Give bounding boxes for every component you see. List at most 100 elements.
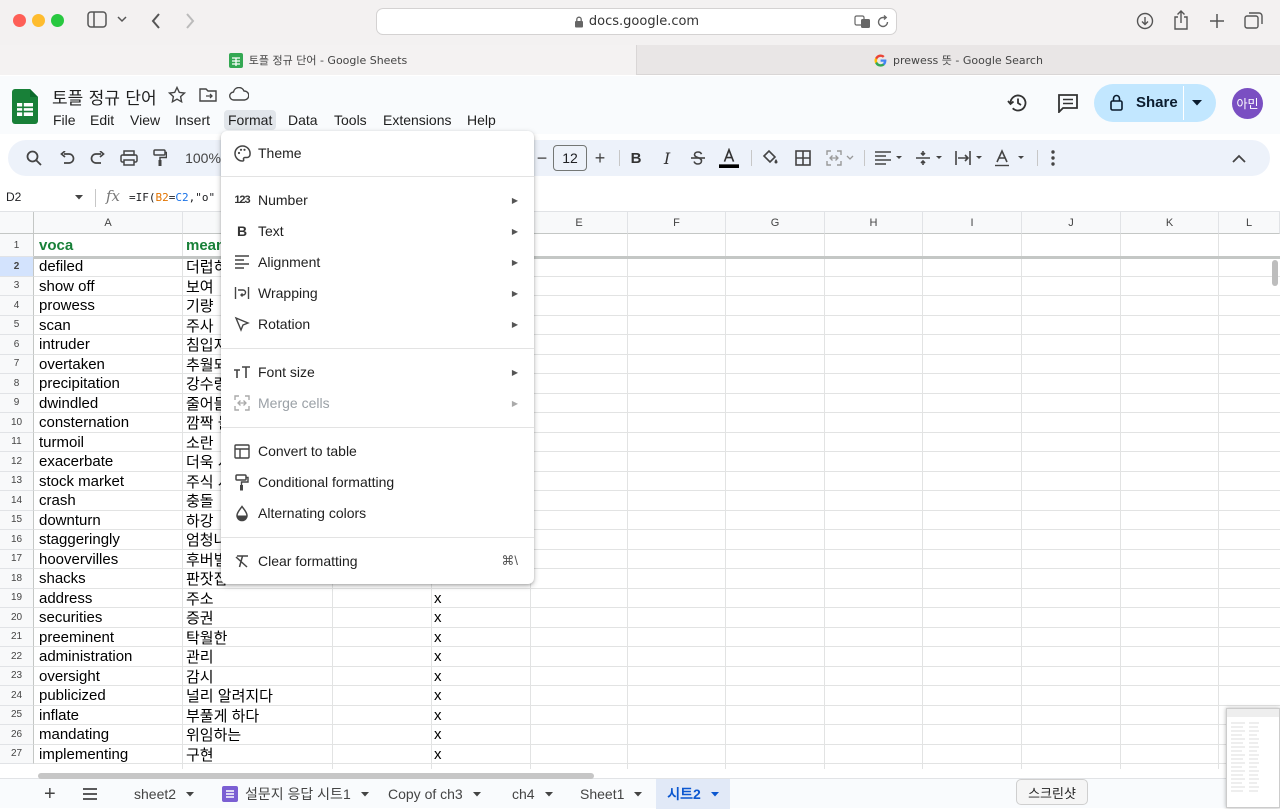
cell-voca[interactable]: downturn [34, 511, 183, 531]
zoom-window-button[interactable] [51, 14, 64, 27]
vertical-align-icon[interactable] [914, 148, 944, 168]
document-title[interactable]: 토플 정규 단어 [52, 84, 157, 109]
menu-item-text[interactable]: B Text ▶ [221, 216, 534, 246]
font-size-input[interactable]: 12 [553, 145, 587, 171]
row-header[interactable]: 9 [0, 393, 34, 413]
strikethrough-icon[interactable] [688, 148, 708, 168]
reload-icon[interactable] [876, 15, 890, 29]
paint-format-icon[interactable] [150, 148, 170, 168]
row-header[interactable]: 27 [0, 744, 34, 764]
cell-voca[interactable]: consternation [34, 413, 183, 433]
cell-voca[interactable]: staggeringly [34, 530, 183, 550]
cell-voca[interactable]: exacerbate [34, 452, 183, 472]
downloads-icon[interactable] [1136, 12, 1154, 30]
comments-icon[interactable] [1057, 93, 1079, 113]
row-header[interactable]: 8 [0, 374, 34, 394]
menu-file[interactable]: File [49, 110, 80, 130]
translate-icon[interactable] [854, 15, 872, 29]
cell-voca[interactable]: crash [34, 491, 183, 511]
menu-insert[interactable]: Insert [171, 110, 214, 130]
column-header[interactable]: G [726, 212, 825, 234]
vertical-scrollbar[interactable] [1272, 260, 1278, 286]
caret-down-icon[interactable] [1192, 100, 1202, 106]
cell-voca[interactable]: stock market [34, 472, 183, 492]
cell-voca[interactable]: scan [34, 316, 183, 336]
menu-item-theme[interactable]: Theme [221, 138, 534, 168]
avatar[interactable]: 아민 [1232, 88, 1263, 119]
cell-check[interactable]: x [429, 647, 528, 667]
sheets-logo-icon[interactable] [12, 89, 38, 124]
spreadsheet-grid[interactable]: A E F G H I J K L 1 voca mean 2 defiled 더럽히 3 show off 보여… [0, 212, 1280, 769]
row-header[interactable]: 2 [0, 257, 34, 277]
version-history-icon[interactable] [1007, 92, 1029, 114]
more-options-icon[interactable] [1043, 148, 1063, 168]
horizontal-align-icon[interactable] [874, 148, 904, 168]
row-header[interactable]: 12 [0, 452, 34, 472]
sheet-tab-active[interactable]: 시트2 [656, 779, 730, 809]
cell-voca[interactable]: implementing [34, 745, 183, 765]
cell-voca[interactable]: overtaken [34, 355, 183, 375]
all-sheets-icon[interactable] [82, 779, 98, 809]
menu-format[interactable]: Format [224, 110, 277, 130]
cell-voca[interactable]: intruder [34, 335, 183, 355]
column-header[interactable]: A [34, 212, 183, 234]
cell-check[interactable]: x [429, 628, 528, 648]
row-header[interactable]: 1 [0, 234, 34, 257]
cell-voca[interactable]: oversight [34, 667, 183, 687]
cell-check[interactable]: x [429, 589, 528, 609]
menu-help[interactable]: Help [463, 110, 500, 130]
sheet-tab-sheet1[interactable]: Sheet1 [580, 779, 643, 809]
name-box[interactable]: D2 [6, 190, 21, 204]
column-header[interactable]: K [1121, 212, 1219, 234]
add-sheet-button[interactable]: + [44, 779, 56, 809]
cell-mean[interactable]: 부풀게 하다 [181, 706, 331, 726]
cell-mean[interactable]: 감시 [181, 667, 331, 687]
cell-voca[interactable]: dwindled [34, 394, 183, 414]
move-folder-icon[interactable] [199, 87, 217, 102]
cell-voca[interactable]: turmoil [34, 433, 183, 453]
text-wrapping-icon[interactable] [954, 148, 984, 168]
row-header[interactable]: 26 [0, 725, 34, 745]
cell-mean[interactable]: 주소 [181, 589, 331, 609]
back-icon[interactable] [150, 12, 162, 30]
chevron-down-icon[interactable] [117, 15, 127, 23]
sheet-tab-ch4[interactable]: ch4 [512, 779, 553, 809]
increase-font-size-button[interactable]: + [590, 148, 610, 168]
row-header[interactable]: 14 [0, 491, 34, 511]
menu-item-font-size[interactable]: Font size ▶ [221, 357, 534, 387]
borders-icon[interactable] [793, 148, 813, 168]
tab-overview-icon[interactable] [1244, 12, 1263, 29]
row-header[interactable]: 21 [0, 627, 34, 647]
cell-voca[interactable]: address [34, 589, 183, 609]
row-header[interactable]: 6 [0, 335, 34, 355]
menu-item-wrapping[interactable]: Wrapping ▶ [221, 278, 534, 308]
menu-item-convert-to-table[interactable]: Convert to table [221, 436, 534, 466]
menu-item-rotation[interactable]: Rotation ▶ [221, 309, 534, 339]
close-window-button[interactable] [13, 14, 26, 27]
redo-icon[interactable] [88, 148, 108, 168]
cell-voca[interactable]: hoovervilles [34, 550, 183, 570]
cell-voca[interactable]: preeminent [34, 628, 183, 648]
cell-check[interactable]: x [429, 686, 528, 706]
cell-mean[interactable]: 관리 [181, 647, 331, 667]
star-icon[interactable] [168, 86, 186, 104]
row-header[interactable]: 5 [0, 315, 34, 335]
menu-tools[interactable]: Tools [330, 110, 371, 130]
search-menus-icon[interactable] [24, 148, 44, 168]
row-header[interactable]: 24 [0, 686, 34, 706]
collapse-toolbar-icon[interactable] [1229, 148, 1249, 168]
cell-voca[interactable]: administration [34, 647, 183, 667]
menu-data[interactable]: Data [284, 110, 322, 130]
sidebar-icon[interactable] [87, 11, 107, 28]
cloud-saved-icon[interactable] [229, 87, 249, 101]
row-header[interactable]: 25 [0, 705, 34, 725]
cell-check[interactable]: x [429, 745, 528, 765]
row-header[interactable]: 18 [0, 569, 34, 589]
row-header[interactable]: 16 [0, 530, 34, 550]
undo-icon[interactable] [57, 148, 77, 168]
menu-item-conditional-formatting[interactable]: Conditional formatting [221, 467, 534, 497]
zoom-select[interactable]: 100% [184, 148, 222, 168]
menu-item-clear-formatting[interactable]: Clear formatting ⌘\ [221, 546, 534, 576]
column-header[interactable]: H [825, 212, 923, 234]
horizontal-scrollbar[interactable] [38, 773, 594, 779]
